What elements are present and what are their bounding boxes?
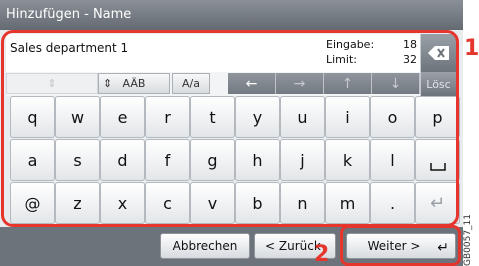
screen-title: Hinzufügen - Name [0, 0, 463, 30]
cancel-button[interactable]: Abbrechen [160, 233, 250, 259]
next-highlight-frame [340, 225, 461, 266]
figure-id: GB0057_11 [463, 213, 473, 266]
callout-2: 2 [314, 242, 330, 266]
callout-1: 1 [464, 36, 479, 61]
keyboard-screen: Hinzufügen - Name Sales department 1 Ein… [0, 0, 463, 266]
back-label: < Zurück [265, 239, 321, 253]
cancel-label: Abbrechen [172, 239, 238, 253]
keyboard-highlight-frame [1, 30, 459, 227]
